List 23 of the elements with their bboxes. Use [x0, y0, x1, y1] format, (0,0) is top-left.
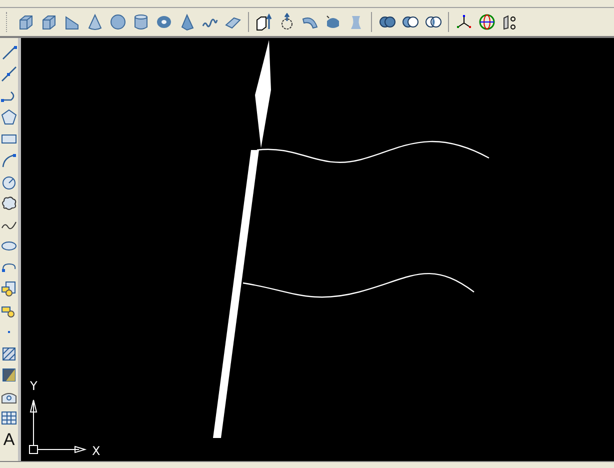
sphere-icon[interactable]: [109, 13, 127, 31]
line-icon[interactable]: [0, 65, 18, 84]
box-icon[interactable]: [17, 13, 35, 31]
ucs-icon: [29, 400, 87, 454]
x-axis-label: X: [92, 444, 100, 458]
box-icon[interactable]: [40, 13, 58, 31]
orbit-icon[interactable]: [478, 13, 496, 31]
table-icon[interactable]: [0, 409, 18, 428]
text-tool-icon[interactable]: A: [0, 429, 18, 450]
line-icon[interactable]: [0, 44, 18, 62]
extrude-icon[interactable]: [255, 13, 273, 31]
block-icon[interactable]: [0, 280, 18, 298]
polygon-icon[interactable]: [0, 108, 18, 126]
cylinder-icon[interactable]: [132, 13, 150, 31]
axes-icon[interactable]: [455, 13, 473, 31]
cloud-icon[interactable]: [0, 194, 18, 212]
arc-icon[interactable]: [0, 151, 18, 170]
y-axis-label: Y: [30, 379, 38, 393]
wedge-icon[interactable]: [63, 13, 81, 31]
cone-icon[interactable]: [86, 13, 104, 31]
hatch-icon[interactable]: [0, 344, 18, 363]
gradient-icon[interactable]: [0, 366, 18, 384]
torus-icon[interactable]: [155, 13, 173, 31]
